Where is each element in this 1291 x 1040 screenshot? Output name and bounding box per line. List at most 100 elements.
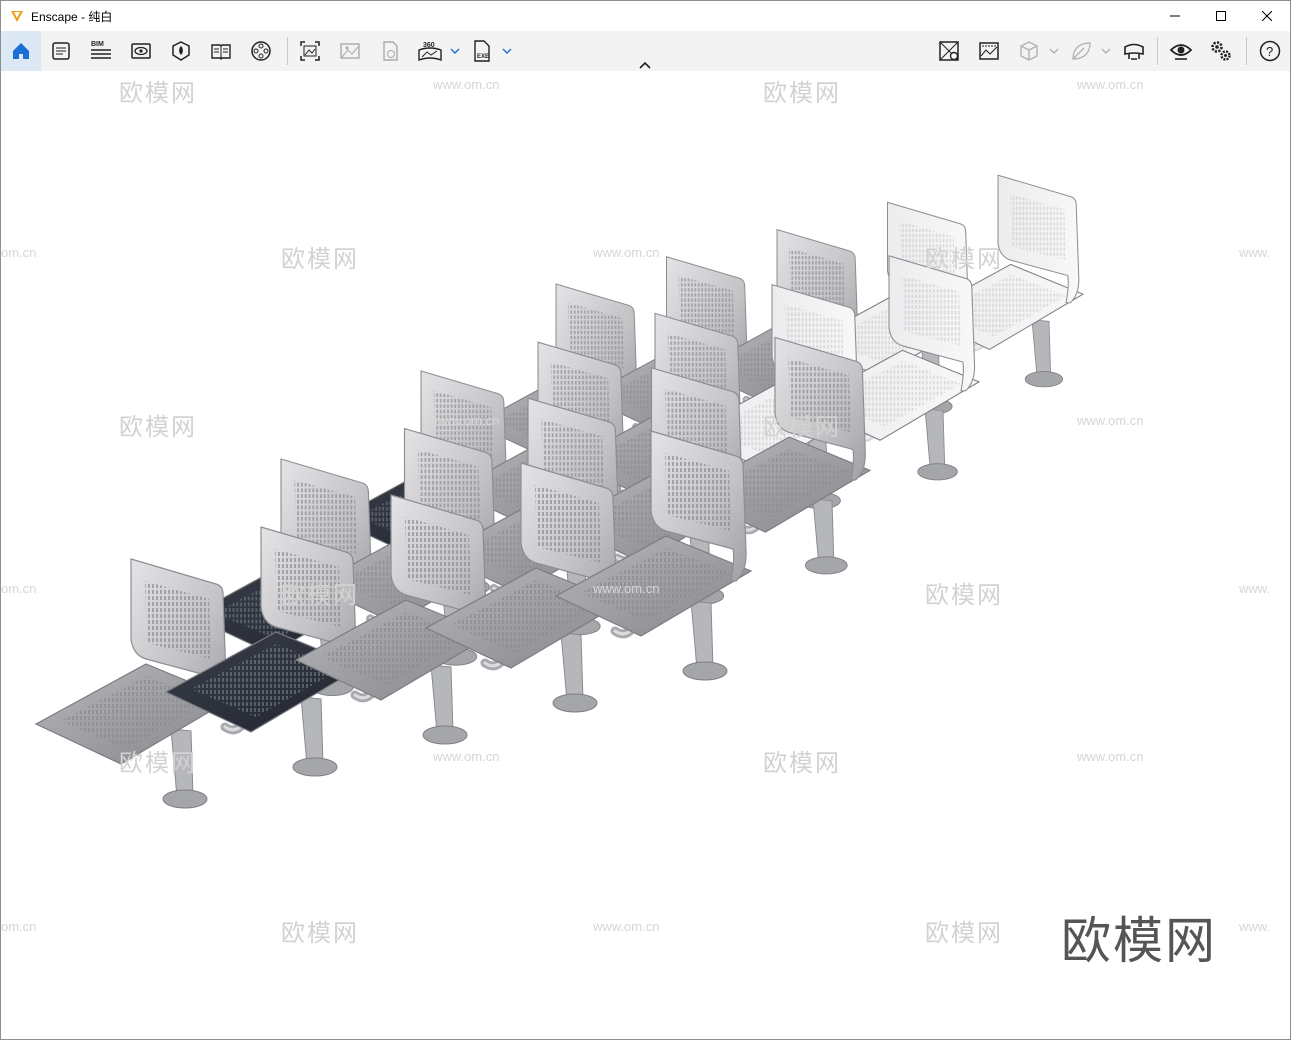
atmosphere-icon bbox=[979, 42, 999, 60]
view-icon bbox=[131, 43, 151, 59]
chevron-down-icon bbox=[450, 48, 460, 54]
watermark-logo: 欧模网 bbox=[925, 919, 1003, 947]
watermark-logo: 欧模网 bbox=[763, 79, 841, 107]
cube-button[interactable] bbox=[1009, 31, 1049, 71]
watermark-url: www. bbox=[1239, 245, 1271, 260]
chair-foot bbox=[1024, 371, 1064, 388]
chair-foot bbox=[804, 556, 848, 575]
watermark-logo: 欧模网 bbox=[763, 749, 841, 777]
window-title: Enscape - 纯白 bbox=[31, 9, 113, 24]
home-button[interactable] bbox=[1, 31, 41, 71]
watermark-url: www.om.cn bbox=[1077, 77, 1144, 92]
watermark-logo: 欧模网 bbox=[763, 413, 841, 441]
atmosphere-button[interactable] bbox=[969, 31, 1009, 71]
export-exe-icon: EXE bbox=[474, 40, 490, 62]
chair-foot bbox=[422, 725, 468, 745]
chair-leg bbox=[924, 408, 946, 471]
chevron-down-icon bbox=[1049, 48, 1059, 54]
watermark-url: www.om.cn bbox=[593, 919, 660, 934]
chevron-down-icon bbox=[1101, 48, 1111, 54]
toolbar-separator bbox=[1157, 37, 1158, 65]
panorama-360-icon: 360 bbox=[418, 42, 442, 61]
chair-foot bbox=[552, 693, 598, 713]
asset-library-icon bbox=[172, 41, 190, 61]
watermark-logo: 欧模网 bbox=[281, 245, 359, 273]
maximize-icon bbox=[1216, 11, 1226, 21]
watermark-logo: 欧模网 bbox=[281, 581, 359, 609]
watermark-url: om.cn bbox=[1, 245, 37, 260]
minimize-icon bbox=[1170, 15, 1180, 17]
help-icon: ? bbox=[1259, 40, 1281, 62]
exe-label: EXE bbox=[477, 54, 489, 60]
vegetation-dropdown[interactable] bbox=[1100, 43, 1112, 59]
site-context-button[interactable] bbox=[929, 31, 969, 71]
vr-headset-icon bbox=[1124, 43, 1144, 60]
render-viewport[interactable]: 欧模网 www.om.cn 欧模网 www.om.cn om.cn 欧模网 ww… bbox=[1, 71, 1290, 1039]
view-button[interactable] bbox=[121, 31, 161, 71]
cube-icon bbox=[1020, 41, 1038, 61]
collapse-toolbar-button[interactable] bbox=[637, 58, 653, 70]
bim-label: BIM bbox=[91, 41, 104, 48]
panorama-dropdown[interactable] bbox=[449, 43, 461, 59]
watermark-url: www.om.cn bbox=[1077, 749, 1144, 764]
enscape-logo-icon bbox=[9, 8, 25, 24]
settings-gears-icon bbox=[1211, 41, 1231, 61]
watermark-url: www.om.cn bbox=[433, 749, 500, 764]
watermark-logo: 欧模网 bbox=[281, 919, 359, 947]
visual-settings-button[interactable] bbox=[1161, 31, 1201, 71]
batch-render-icon bbox=[340, 43, 360, 59]
watermark-url: www.om.cn bbox=[593, 245, 660, 260]
home-icon bbox=[13, 43, 29, 59]
notes-button[interactable] bbox=[41, 31, 81, 71]
watermark-logo: 欧模网 bbox=[119, 79, 197, 107]
screenshot-icon bbox=[300, 41, 320, 61]
watermark-url: www.om.cn bbox=[593, 581, 660, 596]
chair-leg bbox=[560, 632, 584, 702]
watermark-url: www.om.cn bbox=[433, 413, 500, 428]
eye-visual-settings-icon bbox=[1169, 44, 1193, 60]
minimize-button[interactable] bbox=[1152, 1, 1198, 31]
export-exe-button[interactable]: EXE bbox=[462, 31, 502, 71]
chair-foot bbox=[162, 789, 208, 809]
watermark-url: www. bbox=[1239, 919, 1271, 934]
video-reel-button[interactable] bbox=[241, 31, 281, 71]
web-standalone-icon bbox=[383, 41, 398, 61]
toolbar-separator bbox=[1246, 37, 1247, 65]
batch-render-button[interactable] bbox=[330, 31, 370, 71]
brand-watermark: 欧模网 bbox=[1061, 912, 1217, 970]
bim-button[interactable]: BIM bbox=[81, 31, 121, 71]
close-button[interactable] bbox=[1244, 1, 1290, 31]
chair-leg bbox=[1031, 319, 1052, 378]
watermark-logo: 欧模网 bbox=[925, 581, 1003, 609]
chair-leg bbox=[812, 498, 835, 564]
vegetation-button[interactable] bbox=[1061, 31, 1101, 71]
chair-leg bbox=[300, 696, 324, 766]
chair-foot bbox=[917, 463, 958, 481]
chair-leg bbox=[430, 664, 454, 734]
vr-headset-button[interactable] bbox=[1114, 31, 1154, 71]
watermark-url: www.om.cn bbox=[1077, 413, 1144, 428]
cube-dropdown[interactable] bbox=[1048, 43, 1060, 59]
panorama-360-button[interactable]: 360 bbox=[410, 31, 450, 71]
site-context-icon bbox=[939, 41, 959, 61]
help-button[interactable]: ? bbox=[1250, 31, 1290, 71]
book-icon bbox=[211, 44, 231, 60]
watermark-url: www. bbox=[1239, 581, 1271, 596]
notes-icon bbox=[52, 42, 70, 60]
settings-button[interactable] bbox=[1201, 31, 1241, 71]
screenshot-button[interactable] bbox=[290, 31, 330, 71]
video-reel-icon bbox=[251, 41, 271, 61]
bim-icon: BIM bbox=[91, 41, 111, 59]
export-dropdown[interactable] bbox=[501, 43, 513, 59]
maximize-button[interactable] bbox=[1198, 1, 1244, 31]
enscape-window: Enscape - 纯白 BIM 360 EXE ? 欧模网 www.om.cn… bbox=[0, 0, 1291, 1040]
book-button[interactable] bbox=[201, 31, 241, 71]
chair-scene bbox=[34, 174, 1085, 809]
title-bar: Enscape - 纯白 bbox=[1, 1, 1290, 31]
chevron-down-icon bbox=[502, 48, 512, 54]
web-standalone-button[interactable] bbox=[370, 31, 410, 71]
asset-library-button[interactable] bbox=[161, 31, 201, 71]
watermark-logo: 欧模网 bbox=[119, 749, 197, 777]
chair-leg bbox=[690, 600, 714, 670]
watermark-url: om.cn bbox=[1, 581, 37, 596]
